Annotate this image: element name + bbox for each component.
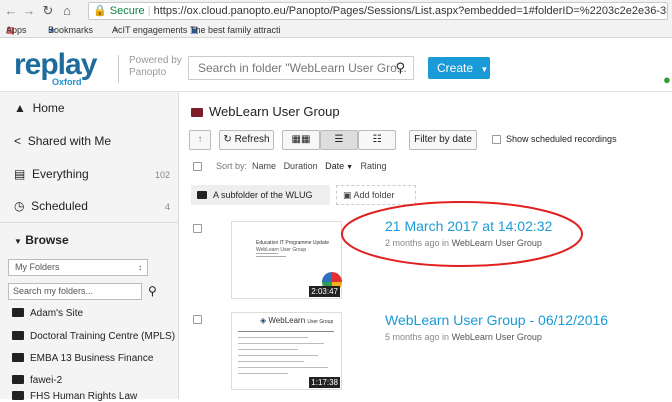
sort-desc-icon: ▼	[344, 164, 353, 171]
subfolder-chip[interactable]: A subfolder of the WLUG	[191, 185, 330, 205]
user-icon[interactable]: ●	[663, 72, 671, 87]
create-button[interactable]: Create ▼	[428, 57, 490, 79]
secure-label: Secure	[109, 5, 145, 17]
share-icon: <	[14, 134, 22, 148]
refresh-icon: ↻	[223, 134, 232, 145]
scheduled-count: 4	[164, 202, 170, 212]
folder-icon	[191, 108, 203, 117]
folder-item[interactable]: Adam's Site	[12, 308, 83, 319]
sidebar-item-shared[interactable]: < Shared with Me	[14, 134, 111, 148]
detail-view-button[interactable]: ☰	[320, 130, 358, 150]
folder-search-input[interactable]: Search in folder "WebLearn User Gro... ⚲	[188, 56, 414, 80]
folder-scope-select[interactable]: My Folders ↕	[8, 259, 148, 276]
folder-search-field[interactable]: Search my folders...	[8, 283, 142, 300]
lock-icon: 🔒	[93, 5, 107, 17]
search-icon[interactable]: ⚲	[395, 57, 405, 79]
powered-by: Powered by Panopto	[118, 55, 182, 83]
url-text: https://ox.cloud.panopto.eu/Panopto/Page…	[153, 5, 668, 17]
sort-date[interactable]: Date	[325, 161, 344, 171]
sidebar-item-scheduled[interactable]: ◷ Scheduled	[14, 199, 88, 213]
sort-rating[interactable]: Rating	[361, 161, 387, 171]
session-checkbox[interactable]	[193, 224, 202, 233]
filter-by-date-button[interactable]: Filter by date	[409, 130, 477, 150]
browser-chrome: ← → ↻ ⌂ 🔒 Secure | https://ox.cloud.pano…	[0, 0, 672, 38]
session-thumbnail[interactable]: Education IT Programme Update WebLearn U…	[231, 221, 342, 299]
chevron-down-icon: ▼	[480, 65, 489, 74]
home-icon[interactable]: ⌂	[60, 3, 74, 18]
replay-logo[interactable]: replay	[14, 50, 97, 80]
session-title-link[interactable]: WebLearn User Group - 06/12/2016	[385, 312, 608, 328]
folder-icon	[12, 331, 24, 340]
folder-item[interactable]: Doctoral Training Centre (MPLS)	[12, 331, 175, 342]
folder-icon	[197, 191, 207, 199]
folder-item[interactable]: EMBA 13 Business Finance	[12, 353, 153, 364]
show-scheduled-checkbox[interactable]	[492, 135, 501, 144]
session-checkbox[interactable]	[193, 315, 202, 324]
app-header: replay Oxford Powered by Panopto Search …	[0, 39, 672, 92]
thumb-title: Education IT Programme Update	[256, 240, 330, 246]
search-icon[interactable]: ⚲	[148, 284, 157, 298]
folder-item[interactable]: fawei-2	[12, 375, 62, 386]
up-level-button[interactable]: ↑	[189, 130, 211, 150]
address-bar[interactable]: 🔒 Secure | https://ox.cloud.panopto.eu/P…	[88, 2, 668, 20]
folder-icon	[12, 353, 24, 362]
reload-icon[interactable]: ↻	[41, 3, 55, 19]
logo-oxford: Oxford	[52, 77, 82, 87]
session-meta: 5 months ago in WebLearn User Group	[385, 332, 542, 342]
thumb-title: ◈ WebLearn User Group	[260, 316, 334, 325]
sort-bar: Sort by: Name Duration Date ▼ Rating	[216, 161, 387, 171]
session-thumbnail[interactable]: ◈ WebLearn User Group 1:17:38	[231, 312, 342, 390]
duration-badge: 2:03:47	[309, 286, 340, 297]
caret-down-icon: ▼	[14, 237, 22, 246]
folder-item[interactable]: FHS Human Rights Law	[12, 391, 137, 402]
bookmarks-bar: ▦ Apps ★ Bookmarks ⚭ AcIT engagements ▣ …	[6, 25, 281, 35]
refresh-button[interactable]: ↻ Refresh	[219, 130, 274, 150]
updown-icon: ↕	[138, 263, 142, 272]
sort-name[interactable]: Name	[252, 161, 276, 171]
list-icon: ▤	[14, 167, 26, 181]
browse-toggle[interactable]: ▼ Browse	[14, 233, 69, 247]
crest-icon: ◈	[260, 316, 267, 325]
list-view-button[interactable]: ☷	[358, 130, 396, 150]
sort-duration[interactable]: Duration	[284, 161, 318, 171]
everything-count: 102	[154, 170, 170, 180]
show-scheduled-label: Show scheduled recordings	[506, 134, 617, 144]
annotation-ellipse	[341, 201, 583, 267]
home-icon: ▲	[14, 101, 26, 115]
sidebar-item-home[interactable]: ▲ Home	[14, 101, 65, 115]
sidebar: ▲ Home < Shared with Me ▤ Everything 102…	[0, 92, 179, 402]
back-icon[interactable]: ←	[4, 3, 18, 18]
duration-badge: 1:17:38	[309, 377, 340, 388]
folder-icon	[12, 308, 24, 317]
folder-title: WebLearn User Group	[191, 104, 340, 119]
thumbnail-view-button[interactable]: ▦▦	[282, 130, 320, 150]
session-folder-link[interactable]: WebLearn User Group	[452, 332, 542, 342]
clock-icon: ◷	[14, 199, 25, 213]
folder-icon	[12, 375, 24, 384]
sidebar-item-everything[interactable]: ▤ Everything	[14, 167, 174, 181]
red-annotation-ellipse	[341, 201, 583, 267]
select-all-checkbox[interactable]	[193, 162, 202, 171]
forward-icon[interactable]: →	[22, 3, 36, 18]
